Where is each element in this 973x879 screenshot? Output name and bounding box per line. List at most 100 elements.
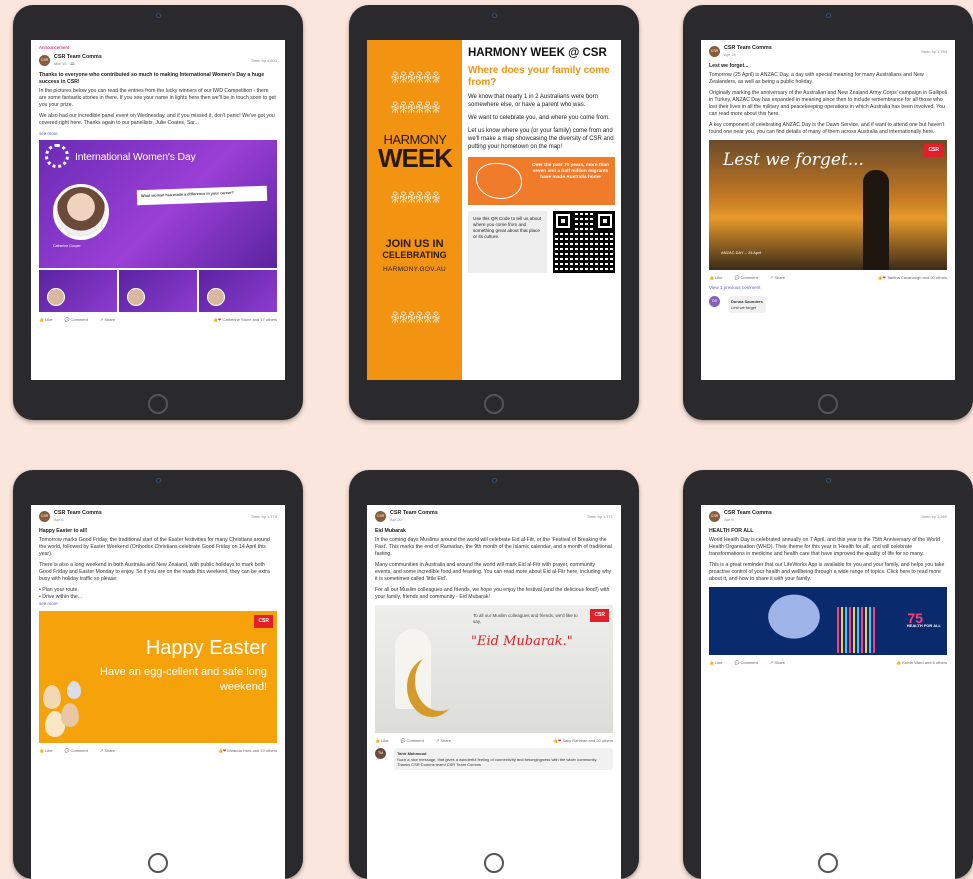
- author-name[interactable]: CSR Team Comms: [390, 510, 438, 517]
- screen: CSR CSR Team Comms Apr 6 Seen by 1,774 H…: [31, 505, 285, 879]
- share-button[interactable]: ↗ Share: [770, 275, 785, 280]
- like-button[interactable]: 👍 Like: [709, 660, 722, 665]
- share-button[interactable]: ↗ Share: [100, 748, 115, 753]
- easter-image[interactable]: CSR Happy Easter Have an egg-cellent and…: [39, 610, 277, 743]
- avatar[interactable]: CSR: [39, 54, 50, 66]
- post-paragraph: This is a great reminder that our LifeWo…: [709, 561, 945, 582]
- like-button[interactable]: 👍 Like: [709, 275, 722, 280]
- post-date: Apr 6: [54, 517, 64, 523]
- view-previous-comments[interactable]: View 1 previous comment: [709, 285, 947, 291]
- post: CSR CSR Team Comms Apr 5 Seen by 1,260 H…: [701, 505, 955, 670]
- avatar[interactable]: CSR: [709, 45, 720, 57]
- home-button[interactable]: [148, 853, 168, 873]
- migration-stat: Over the past 70 years, more than seven …: [531, 162, 610, 181]
- post-actions: 👍 Like 💬 Comment ↗ Share 👍❤ Sally Rahman…: [375, 738, 613, 743]
- figure-illustration: [749, 590, 839, 655]
- camera-dot: [492, 13, 497, 18]
- qr-instructions: Use this QR Code to tell us about where …: [468, 210, 547, 273]
- seen-count[interactable]: Seen by 1,260: [921, 514, 947, 519]
- tablet-anzac: CSR CSR Team Comms Apr 24 Seen by 1,784 …: [683, 5, 973, 420]
- seen-count[interactable]: Seen by 1,771: [587, 514, 613, 519]
- comment-text: Lest we forget: [731, 304, 757, 310]
- camera-dot: [156, 13, 161, 18]
- seen-count[interactable]: Seen by 1,784: [921, 49, 947, 54]
- harmony-url[interactable]: HARMONY.GOV.AU: [371, 266, 458, 273]
- comment-button[interactable]: 💬 Comment: [64, 317, 87, 322]
- camera-dot: [156, 478, 161, 483]
- see-more-link[interactable]: see more: [39, 131, 277, 137]
- health-image[interactable]: 75 HEALTH FOR ALL: [709, 586, 947, 655]
- like-button[interactable]: 👍 Like: [39, 317, 52, 322]
- migration-map-box: Over the past 70 years, more than seven …: [468, 156, 615, 205]
- comment-button[interactable]: 💬 Comment: [400, 738, 423, 743]
- seen-count[interactable]: Seen by 1,774: [251, 514, 277, 519]
- thumbnail[interactable]: [39, 269, 117, 312]
- home-button[interactable]: [818, 394, 838, 414]
- people-chain-icon: ꆜꆜꆜꆜꆜꆜ: [390, 71, 441, 86]
- home-button[interactable]: [484, 853, 504, 873]
- easter-heading: Happy Easter: [145, 636, 267, 659]
- post-paragraph: Tomorrow (25 April) is ANZAC Day, a day …: [709, 71, 924, 85]
- post: Announcement CSR CSR Team Comms Mar 15 ·…: [31, 40, 285, 327]
- camera-dot: [492, 478, 497, 483]
- avatar[interactable]: CSR: [709, 510, 720, 522]
- commenter-avatar[interactable]: TM: [375, 748, 386, 760]
- comment-button[interactable]: 💬 Comment: [64, 748, 87, 753]
- avatar[interactable]: CSR: [375, 510, 386, 522]
- iwd-banner-text: International Women's Day: [75, 150, 196, 163]
- author-name[interactable]: CSR Team Comms: [724, 510, 772, 517]
- post-title: Eid Mubarak: [375, 527, 406, 534]
- reactions-summary[interactable]: 👍 Kelvin Ward and 5 others: [896, 660, 947, 665]
- post: CSR CSR Team Comms Apr 24 Seen by 1,784 …: [701, 40, 955, 318]
- author-name[interactable]: CSR Team Comms: [724, 45, 772, 52]
- author-name[interactable]: CSR Team Comms: [54, 510, 102, 517]
- thumbnail[interactable]: [199, 269, 277, 312]
- author-name[interactable]: CSR Team Comms: [54, 54, 102, 61]
- post-paragraph: World Health Day is celebrated annually …: [709, 536, 941, 557]
- eid-image[interactable]: To all our Muslim colleagues and friends…: [375, 604, 613, 733]
- people-chain-icon: ꆜꆜꆜꆜꆜꆜ: [390, 101, 441, 116]
- comment-button[interactable]: 💬 Comment: [734, 275, 757, 280]
- reactions-summary[interactable]: 👍❤ Tabitha Cavanaugh and 20 others: [878, 275, 947, 280]
- home-button[interactable]: [818, 853, 838, 873]
- like-button[interactable]: 👍 Like: [39, 748, 52, 753]
- quote-card: What woman has made a difference in your…: [136, 185, 268, 206]
- share-button[interactable]: ↗ Share: [100, 317, 115, 322]
- comment-bubble: Tahir Mahmood Such a nice message, that …: [394, 748, 613, 771]
- tablet-harmony-week: ꆜꆜꆜꆜꆜꆜ ꆜꆜꆜꆜꆜꆜ HARMONY WEEK ꆜꆜꆜꆜꆜꆜ JOIN U…: [349, 5, 639, 420]
- comment-button[interactable]: 💬 Comment: [734, 660, 757, 665]
- portrait-name: Catherine Cooper: [53, 243, 81, 248]
- post-date: Apr 24: [724, 52, 736, 58]
- thumbnail[interactable]: [119, 269, 197, 312]
- post-title: HEALTH FOR ALL: [709, 527, 754, 534]
- people-chain-icon: ꆜꆜꆜꆜꆜꆜ: [390, 311, 441, 326]
- screen: Announcement CSR CSR Team Comms Mar 15 ·…: [31, 40, 285, 380]
- reactions-summary[interactable]: 👍❤ Miranda Hunt and 19 others: [218, 748, 277, 753]
- camera-dot: [826, 478, 831, 483]
- post-title: Lest we forget...: [709, 62, 749, 69]
- post-actions: 👍 Like 💬 Comment ↗ Share 👍❤ Miranda Hunt…: [39, 748, 277, 753]
- iwd-image[interactable]: International Women's Day Catherine Coop…: [39, 139, 277, 268]
- anzac-image-text: Lest we forget...: [723, 149, 864, 170]
- like-button[interactable]: 👍 Like: [375, 738, 388, 743]
- reactions-summary[interactable]: 👍❤ Sally Rahman and 20 others: [553, 738, 613, 743]
- comment: DS Donna Saunders Lest we forget: [709, 296, 947, 314]
- avatar[interactable]: CSR: [39, 510, 50, 522]
- anzac-image[interactable]: Lest we forget... CSR ANZAC DAY – 25 Apr…: [709, 139, 947, 270]
- qr-code-icon[interactable]: [553, 210, 615, 273]
- share-button[interactable]: ↗ Share: [436, 738, 451, 743]
- tablet-health: CSR CSR Team Comms Apr 5 Seen by 1,260 H…: [683, 470, 973, 879]
- bullet-item: • Plan your route.: [39, 586, 79, 593]
- see-more-link[interactable]: see more: [39, 601, 277, 607]
- reactions-summary[interactable]: 👍❤ Catherine Stone and 17 others: [213, 317, 277, 322]
- decorative-stripes: [837, 606, 877, 653]
- home-button[interactable]: [148, 394, 168, 414]
- harmony-heading: HARMONY WEEK @ CSR: [468, 47, 607, 59]
- seen-count[interactable]: Seen by 1,603: [251, 58, 277, 63]
- home-button[interactable]: [484, 394, 504, 414]
- share-button[interactable]: ↗ Share: [770, 660, 785, 665]
- commenter-avatar[interactable]: DS: [709, 296, 720, 308]
- post-paragraph: Tomorrow marks Good Friday, the traditio…: [39, 536, 270, 557]
- post-actions: 👍 Like 💬 Comment ↗ Share 👍❤ Tabitha Cava…: [709, 275, 947, 280]
- announcement-tag: Announcement: [39, 45, 70, 50]
